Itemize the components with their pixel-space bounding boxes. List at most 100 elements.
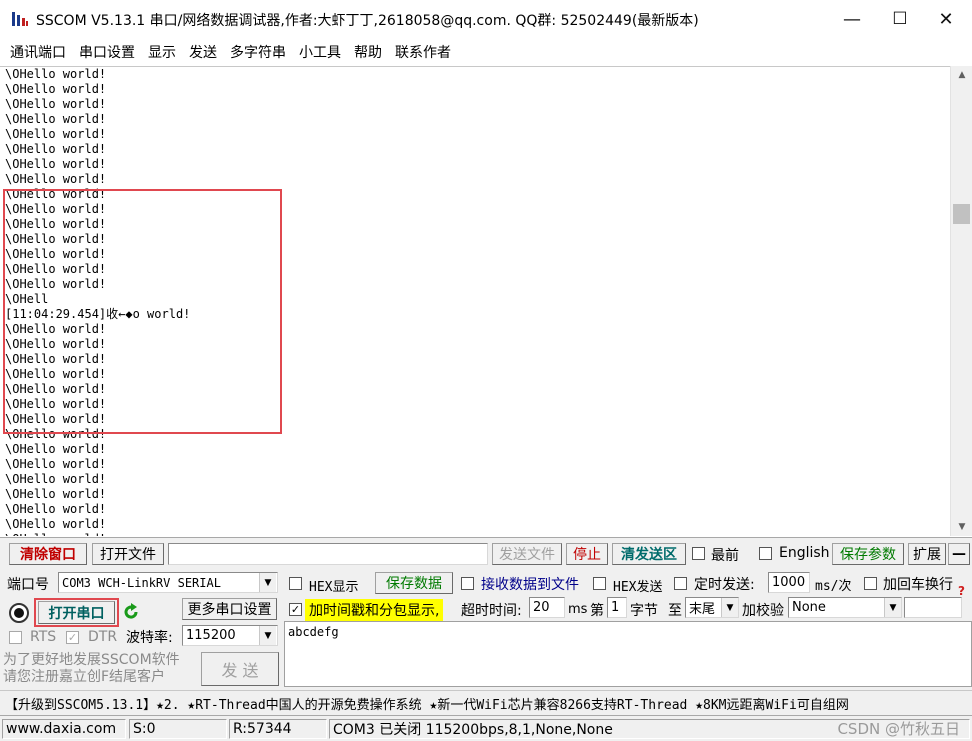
menu-send[interactable]: 发送	[185, 42, 226, 62]
menu-contact-author[interactable]: 联系作者	[391, 42, 460, 62]
log-line: \OHello world!	[5, 67, 107, 81]
menu-multi-string[interactable]: 多字符串	[226, 42, 295, 62]
log-line: \OHello world!	[5, 532, 106, 536]
topmost-checkbox[interactable]	[692, 547, 705, 560]
dtr-label: DTR	[88, 629, 118, 645]
window-title: SSCOM V5.13.1 串口/网络数据调试器,作者:大虾丁丁,2618058…	[36, 13, 699, 29]
log-line: \OHello world!	[5, 172, 107, 186]
close-button[interactable]: ✕	[922, 0, 970, 38]
menu-comm-port[interactable]: 通讯端口	[6, 42, 75, 62]
log-line: \OHello world!	[5, 82, 107, 96]
topmost-label: 最前	[711, 548, 739, 564]
to-label: 至	[668, 603, 682, 619]
english-label: English	[779, 545, 830, 561]
checksum-select-value: None	[792, 600, 826, 615]
log-line: \OHello world!	[5, 457, 107, 471]
rts-checkbox[interactable]	[9, 631, 22, 644]
open-port-button[interactable]: 打开串口	[38, 601, 115, 624]
hex-display-label: HEX显示	[309, 580, 359, 595]
title-bar: SSCOM V5.13.1 串口/网络数据调试器,作者:大虾丁丁,2618058…	[0, 0, 972, 38]
hex-display-checkbox[interactable]	[289, 577, 302, 590]
help-icon[interactable]: ?	[958, 584, 965, 598]
port-select[interactable]: COM3 WCH-LinkRV SERIAL	[58, 572, 278, 593]
menu-serial-settings[interactable]: 串口设置	[75, 42, 144, 62]
log-line: \OHello world!	[5, 472, 107, 486]
rts-label: RTS	[30, 629, 57, 645]
file-path-input[interactable]	[168, 543, 488, 565]
port-status-icon	[9, 603, 29, 623]
scroll-thumb[interactable]	[953, 204, 970, 224]
maximize-button[interactable]: ☐	[876, 0, 924, 38]
timestamp-checkbox[interactable]: ✓	[289, 603, 302, 616]
log-line: \OHello world!	[5, 502, 107, 516]
log-line: \OHello world!	[5, 127, 107, 141]
byte-prefix: 第	[590, 603, 604, 619]
menu-bar: 通讯端口 串口设置 显示 发送 多字符串 小工具 帮助 联系作者	[0, 38, 972, 66]
hex-send-checkbox[interactable]	[593, 577, 606, 590]
chevron-down-icon[interactable]: ▼	[884, 598, 901, 617]
menu-help[interactable]: 帮助	[350, 42, 391, 62]
timed-send-interval-input[interactable]: 1000	[768, 572, 810, 593]
status-sent-count: S:0	[129, 719, 227, 739]
chevron-down-icon[interactable]: ▼	[259, 626, 276, 645]
checksum-result-field	[904, 597, 962, 618]
send-text-input[interactable]: abcdefg	[284, 621, 972, 687]
status-bar: www.daxia.com S:0 R:57344 COM3 已关闭 11520…	[0, 715, 972, 741]
timed-send-label: 定时发送:	[694, 577, 755, 593]
log-line: \OHello world!	[5, 112, 107, 126]
save-data-button[interactable]: 保存数据	[375, 572, 453, 594]
dtr-checkbox[interactable]: ✓	[66, 631, 79, 644]
log-line: \OHello world!	[5, 97, 107, 111]
clear-window-button[interactable]: 清除窗口	[9, 543, 87, 565]
highlight-box	[3, 189, 282, 434]
recv-to-file-label: 接收数据到文件	[481, 577, 579, 593]
log-line: \OHello world!	[5, 142, 107, 156]
status-site[interactable]: www.daxia.com	[2, 719, 126, 739]
receive-scrollbar[interactable]: ▲ ▼	[950, 66, 972, 536]
recv-to-file-checkbox[interactable]	[461, 577, 474, 590]
hex-send-label: HEX发送	[613, 580, 663, 595]
stop-button[interactable]: 停止	[566, 543, 608, 565]
log-line: \OHello world!	[5, 157, 107, 171]
status-received-count: R:57344	[229, 719, 327, 739]
more-port-settings-button[interactable]: 更多串口设置	[182, 598, 277, 620]
timestamp-label: 加时间戳和分包显示,	[305, 599, 444, 621]
save-params-button[interactable]: 保存参数	[832, 543, 904, 565]
add-crlf-checkbox[interactable]	[864, 577, 877, 590]
timeout-unit: ms	[568, 602, 588, 617]
chevron-down-icon[interactable]: ▼	[721, 598, 738, 617]
baud-select-value: 115200	[186, 628, 236, 643]
clear-send-button[interactable]: 清发送区	[612, 543, 686, 565]
add-crlf-label: 加回车换行	[883, 577, 953, 593]
port-select-value: COM3 WCH-LinkRV SERIAL	[62, 575, 221, 590]
expand-button[interactable]: 扩展	[908, 543, 946, 565]
promo-text[interactable]: 【升级到SSCOM5.13.1】★2. ★RT-Thread中国人的开源免费操作…	[5, 694, 849, 713]
byte-start-input[interactable]: 1	[607, 597, 627, 618]
english-checkbox[interactable]	[759, 547, 772, 560]
menu-tools[interactable]: 小工具	[295, 42, 350, 62]
menu-display[interactable]: 显示	[144, 42, 185, 62]
watermark: CSDN @竹秋五日	[837, 720, 960, 738]
timeout-input[interactable]: 20	[529, 597, 565, 618]
scroll-up-icon[interactable]: ▲	[951, 66, 972, 84]
scroll-down-icon[interactable]: ▼	[951, 518, 972, 536]
log-line: \OHello world!	[5, 442, 107, 456]
send-file-button[interactable]: 发送文件	[492, 543, 562, 565]
timeout-label: 超时时间:	[461, 603, 522, 619]
collapse-button[interactable]: —	[948, 543, 970, 565]
promo-bar: 【升级到SSCOM5.13.1】★2. ★RT-Thread中国人的开源免费操作…	[0, 690, 972, 714]
log-line: \OHello world!	[5, 517, 107, 531]
refresh-icon[interactable]	[121, 602, 141, 622]
open-file-button[interactable]: 打开文件	[92, 543, 164, 565]
chevron-down-icon[interactable]: ▼	[259, 573, 276, 592]
timed-send-checkbox[interactable]	[674, 577, 687, 590]
end-select-value: 末尾	[689, 602, 716, 617]
port-label: 端口号	[7, 577, 49, 593]
byte-label: 字节	[630, 603, 658, 619]
receive-area[interactable]: \OHello world! \OHello world! \OHello worl…	[0, 66, 950, 536]
send-button[interactable]: 发 送	[201, 652, 279, 686]
register-notice: 为了更好地发展SSCOM软件 请您注册嘉立创F结尾客户	[3, 652, 180, 685]
log-line: \OHello world!	[5, 487, 107, 501]
baud-label: 波特率:	[126, 630, 173, 646]
minimize-button[interactable]: —	[828, 0, 876, 38]
